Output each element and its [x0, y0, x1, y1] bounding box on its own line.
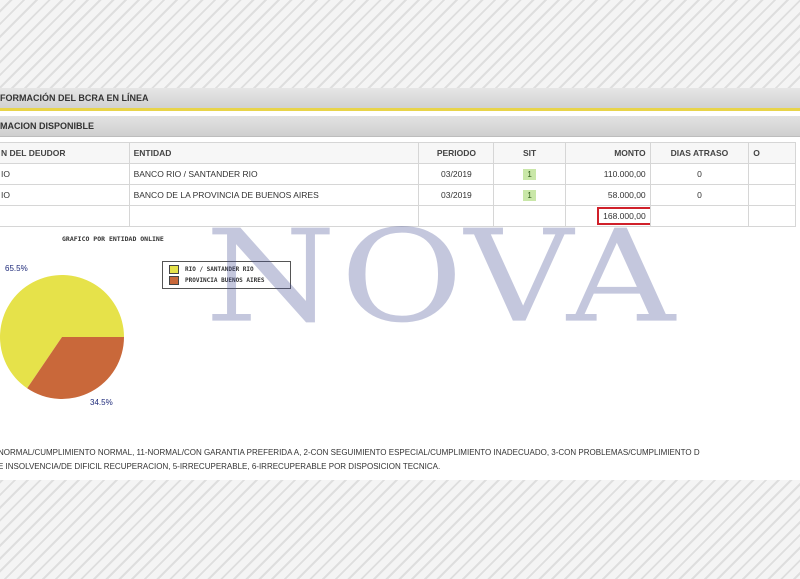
footnote-line: NORMAL/CUMPLIMIENTO NORMAL, 11-NORMAL/CO… [0, 448, 700, 457]
pie-data-label: 65.5% [5, 264, 28, 273]
legend-swatch [169, 276, 179, 285]
footnote-line: E INSOLVENCIA/DE DIFICIL RECUPERACION, 5… [0, 462, 441, 471]
situation-footnote: NORMAL/CUMPLIMIENTO NORMAL, 11-NORMAL/CO… [0, 446, 800, 474]
pie-data-label: 34.5% [90, 398, 113, 407]
legend-swatch [169, 265, 179, 274]
nova-watermark: NOVA [205, 203, 680, 352]
